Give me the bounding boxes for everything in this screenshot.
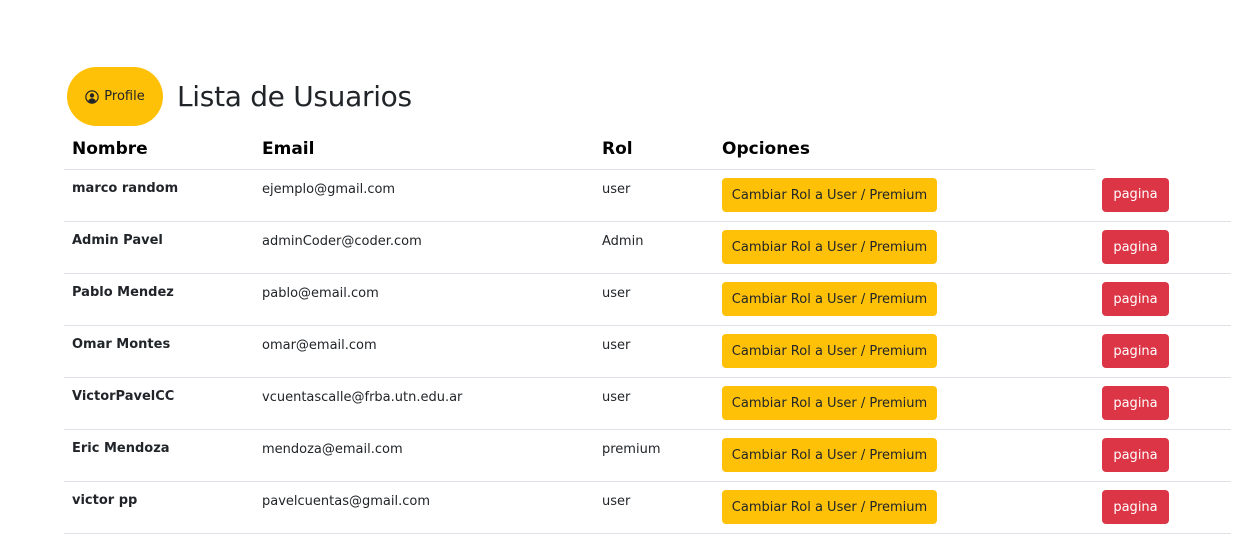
- change-role-button[interactable]: Cambiar Rol a User / Premium: [722, 230, 937, 264]
- profile-button[interactable]: Profile: [67, 67, 163, 126]
- profile-button-label: Profile: [104, 89, 145, 104]
- user-email: omar@email.com: [254, 325, 594, 378]
- user-email: pavelcuentas@gmail.com: [254, 481, 594, 534]
- page-cell: pagina: [1095, 325, 1231, 378]
- page-cell: pagina: [1095, 221, 1231, 274]
- page-button[interactable]: pagina: [1102, 282, 1169, 316]
- user-role: user: [594, 169, 714, 222]
- options-cell: Cambiar Rol a User / Premium: [714, 429, 1095, 482]
- page-cell: pagina: [1095, 169, 1231, 222]
- options-cell: Cambiar Rol a User / Premium: [714, 481, 1095, 534]
- user-email: pablo@email.com: [254, 273, 594, 326]
- table-row: Eric Mendoza mendoza@email.com premium C…: [64, 429, 1231, 482]
- user-role: user: [594, 325, 714, 378]
- column-header-email: Email: [254, 128, 594, 170]
- table-header-row: Nombre Email Rol Opciones: [64, 128, 1231, 170]
- change-role-button[interactable]: Cambiar Rol a User / Premium: [722, 490, 937, 524]
- table-row: marco random ejemplo@gmail.com user Camb…: [64, 169, 1231, 222]
- user-name: Eric Mendoza: [64, 429, 254, 482]
- user-name: Pablo Mendez: [64, 273, 254, 326]
- options-cell: Cambiar Rol a User / Premium: [714, 221, 1095, 274]
- header: Profile Lista de Usuarios: [67, 67, 412, 126]
- user-email: ejemplo@gmail.com: [254, 169, 594, 222]
- user-name: VictorPavelCC: [64, 377, 254, 430]
- change-role-button[interactable]: Cambiar Rol a User / Premium: [722, 386, 937, 420]
- change-role-button[interactable]: Cambiar Rol a User / Premium: [722, 438, 937, 472]
- table-row: Pablo Mendez pablo@email.com user Cambia…: [64, 273, 1231, 326]
- options-cell: Cambiar Rol a User / Premium: [714, 169, 1095, 222]
- page-button[interactable]: pagina: [1102, 386, 1169, 420]
- user-email: mendoza@email.com: [254, 429, 594, 482]
- page-button[interactable]: pagina: [1102, 490, 1169, 524]
- page: Profile Lista de Usuarios Nombre Email R…: [0, 0, 1256, 560]
- user-name: marco random: [64, 169, 254, 222]
- change-role-button[interactable]: Cambiar Rol a User / Premium: [722, 178, 937, 212]
- user-email: vcuentascalle@frba.utn.edu.ar: [254, 377, 594, 430]
- page-cell: pagina: [1095, 273, 1231, 326]
- table-row: victor pp pavelcuentas@gmail.com user Ca…: [64, 481, 1231, 534]
- user-role: premium: [594, 429, 714, 482]
- page-button[interactable]: pagina: [1102, 334, 1169, 368]
- user-role: user: [594, 481, 714, 534]
- options-cell: Cambiar Rol a User / Premium: [714, 325, 1095, 378]
- options-cell: Cambiar Rol a User / Premium: [714, 273, 1095, 326]
- page-button[interactable]: pagina: [1102, 438, 1169, 472]
- page-button[interactable]: pagina: [1102, 230, 1169, 264]
- users-table: Nombre Email Rol Opciones marco random e…: [64, 128, 1231, 534]
- column-header-role: Rol: [594, 128, 714, 170]
- column-header-empty: [1095, 128, 1231, 170]
- person-circle-icon: [85, 89, 100, 104]
- change-role-button[interactable]: Cambiar Rol a User / Premium: [722, 282, 937, 316]
- user-role: user: [594, 377, 714, 430]
- page-cell: pagina: [1095, 429, 1231, 482]
- user-role: Admin: [594, 221, 714, 274]
- user-name: victor pp: [64, 481, 254, 534]
- user-role: user: [594, 273, 714, 326]
- page-title: Lista de Usuarios: [177, 80, 412, 113]
- page-button[interactable]: pagina: [1102, 177, 1169, 212]
- column-header-name: Nombre: [64, 128, 254, 170]
- table-row: Admin Pavel adminCoder@coder.com Admin C…: [64, 221, 1231, 274]
- user-name: Admin Pavel: [64, 221, 254, 274]
- options-cell: Cambiar Rol a User / Premium: [714, 377, 1095, 430]
- page-cell: pagina: [1095, 481, 1231, 534]
- page-cell: pagina: [1095, 377, 1231, 430]
- user-name: Omar Montes: [64, 325, 254, 378]
- table-row: Omar Montes omar@email.com user Cambiar …: [64, 325, 1231, 378]
- table-row: VictorPavelCC vcuentascalle@frba.utn.edu…: [64, 377, 1231, 430]
- column-header-options: Opciones: [714, 128, 1095, 170]
- change-role-button[interactable]: Cambiar Rol a User / Premium: [722, 334, 937, 368]
- user-email: adminCoder@coder.com: [254, 221, 594, 274]
- users-table-body: marco random ejemplo@gmail.com user Camb…: [64, 169, 1231, 534]
